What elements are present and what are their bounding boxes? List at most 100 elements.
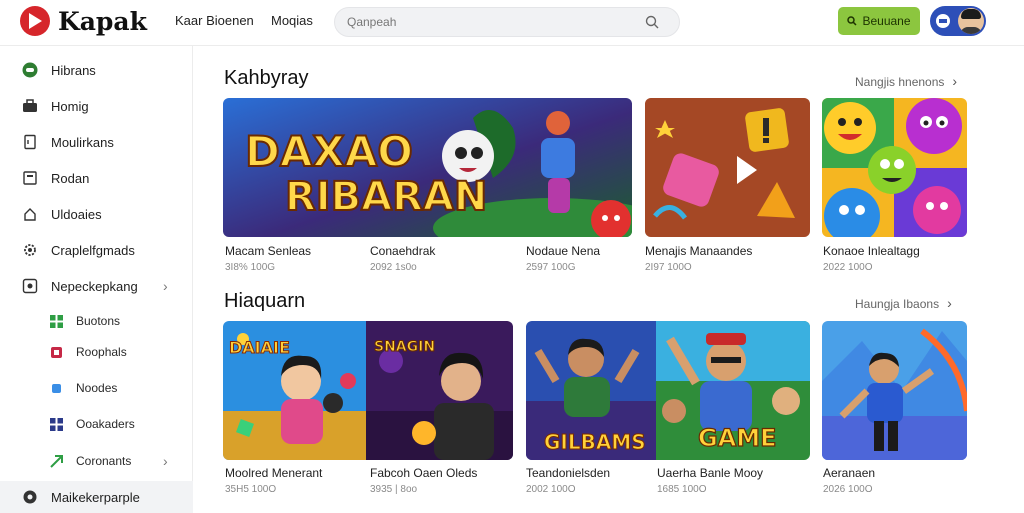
game-card-meta: 3935 | 8oo: [370, 484, 418, 495]
game-card-title[interactable]: Conaehdrak: [370, 244, 435, 258]
banner-text: DAIAIE: [229, 338, 290, 357]
banner-text: GILBAMS: [544, 430, 646, 454]
banner-text: SNAGIN: [374, 339, 435, 355]
upload-icon: [24, 208, 36, 221]
game-artwork: DAIAIE: [223, 321, 366, 460]
game-card-title[interactable]: Nodaue Nena: [526, 244, 600, 258]
chevron-right-icon[interactable]: ›: [163, 278, 168, 294]
sidebar-subitem-label: Ooakaders: [76, 417, 135, 431]
sidebar-item-2[interactable]: Homig: [0, 90, 193, 122]
game-card-image[interactable]: DAXAO RIBARAN: [223, 98, 632, 237]
sidebar-subitem-label: Buotons: [76, 314, 121, 328]
nav-link-1[interactable]: Kaar Bioenen: [175, 13, 254, 28]
primary-action-label: Beuuane: [862, 14, 911, 28]
sidebar-item-label: Hibrans: [51, 62, 96, 78]
game-card-meta: 2092 1s0o: [370, 262, 417, 273]
game-card-title[interactable]: Moolred Menerant: [225, 466, 322, 480]
logo[interactable]: Kapak: [20, 6, 147, 36]
sidebar-subitem-3[interactable]: Noodes: [0, 374, 193, 402]
sidebar-item-label: Uldoaies: [51, 206, 102, 222]
avatar[interactable]: [958, 8, 984, 34]
sidebar-subitem-label: Roophals: [76, 345, 127, 359]
section-title: Hiaquarn: [224, 290, 306, 312]
game-artwork: DAXAO RIBARAN: [223, 98, 632, 237]
see-all-link[interactable]: Nangjis hnenons ›: [855, 73, 957, 89]
square-icon: [52, 383, 61, 393]
sidebar-item-7[interactable]: Nepeckepkang ›: [0, 270, 193, 302]
screen-icon: [23, 171, 37, 185]
banner-text: RIBARAN: [285, 174, 487, 220]
chevron-right-icon: ›: [947, 295, 952, 311]
game-artwork: GILBAMS: [526, 321, 656, 460]
game-card-meta: 1685 100O: [657, 484, 707, 495]
sidebar-subitem-2[interactable]: Roophals: [0, 338, 193, 366]
sidebar-subitem-label: Noodes: [76, 381, 118, 395]
nav-link-2[interactable]: Moqias: [271, 13, 313, 28]
user-status-icon: [936, 14, 950, 28]
game-artwork: GAME: [656, 321, 810, 460]
game-card-title[interactable]: Fabcoh Oaen Oleds: [370, 466, 477, 480]
sidebar-subitem-label: Coronants: [76, 454, 132, 468]
game-card-meta: 2022 100O: [823, 262, 873, 273]
puzzle-icon: [51, 346, 62, 358]
sidebar-item-4[interactable]: Rodan: [0, 162, 193, 194]
game-card-meta: 2026 100O: [823, 484, 873, 495]
user-menu[interactable]: [930, 6, 986, 36]
sidebar-item-5[interactable]: Uldoaies: [0, 198, 193, 230]
document-icon: [24, 134, 36, 150]
top-bar: Kapak Kaar Bioenen Moqias Beuuane: [0, 0, 1024, 46]
grid-icon: [50, 417, 63, 431]
game-card-meta: 2002 100O: [526, 484, 576, 495]
game-artwork: [822, 321, 967, 460]
game-card-meta: 35H5 100O: [225, 484, 277, 495]
game-artwork: [822, 98, 967, 237]
sidebar-item-1[interactable]: Hibrans: [0, 54, 193, 86]
chevron-right-icon[interactable]: ›: [163, 453, 168, 469]
game-card-meta: 2I97 100O: [645, 262, 692, 273]
logo-icon: [20, 6, 50, 36]
game-card-title[interactable]: Teandonielsden: [526, 466, 610, 480]
globe-icon: [23, 490, 37, 504]
game-card-image[interactable]: [645, 98, 810, 237]
see-all-link[interactable]: Haungja Ibaons ›: [855, 295, 952, 311]
target-icon: [22, 278, 38, 294]
sidebar-item-label: Rodan: [51, 170, 90, 186]
search-bar[interactable]: [334, 7, 680, 37]
game-card-image[interactable]: GILBAMS: [526, 321, 656, 460]
game-card-title[interactable]: Uaerha Banle Mooy: [657, 466, 763, 480]
primary-action-button[interactable]: Beuuane: [838, 7, 920, 35]
game-card-image[interactable]: [822, 321, 967, 460]
logo-text: Kapak: [58, 6, 147, 36]
sidebar-item-label: Homig: [51, 98, 89, 114]
search-icon: [847, 16, 857, 26]
sidebar-subitem-4[interactable]: Ooakaders: [0, 410, 193, 438]
sidebar-footer-label: Maikekerparple: [51, 489, 140, 505]
section-title: Kahbyray: [224, 67, 309, 89]
game-card-title[interactable]: Menajis Manaandes: [645, 244, 752, 258]
game-artwork: SNAGIN: [366, 321, 513, 460]
sidebar-item-label: Moulirkans: [51, 134, 114, 150]
game-card-image[interactable]: GAME: [656, 321, 810, 460]
sidebar-item-3[interactable]: Moulirkans: [0, 126, 193, 158]
grid-icon: [50, 314, 63, 328]
sidebar-subitem-1[interactable]: Buotons: [0, 307, 193, 335]
see-all-label: Nangjis hnenons: [855, 75, 945, 89]
banner-text: GAME: [698, 424, 777, 452]
sidebar: Hibrans Homig Moulirkans Rodan Uldoaies …: [0, 46, 193, 513]
search-input[interactable]: [347, 13, 637, 31]
game-card-image[interactable]: SNAGIN: [366, 321, 513, 460]
game-card-meta: 2597 100G: [526, 262, 576, 273]
sidebar-subitem-5[interactable]: Coronants ›: [0, 447, 193, 475]
sidebar-item-label: Craplelfgmads: [51, 242, 135, 258]
game-card-image[interactable]: DAIAIE: [223, 321, 366, 460]
sidebar-item-6[interactable]: Craplelfgmads: [0, 234, 193, 266]
sidebar-item-label: Nepeckepkang: [51, 278, 138, 294]
search-icon[interactable]: [645, 15, 659, 29]
game-card-image[interactable]: [822, 98, 967, 237]
game-card-title[interactable]: Macam Senleas: [225, 244, 311, 258]
briefcase-icon: [23, 99, 37, 112]
sidebar-footer-item[interactable]: Maikekerparple: [0, 481, 193, 513]
game-card-title[interactable]: Aeranaen: [823, 466, 875, 480]
game-card-title[interactable]: Konaoe Inlealtagg: [823, 244, 920, 258]
arrow-icon: [50, 454, 63, 468]
